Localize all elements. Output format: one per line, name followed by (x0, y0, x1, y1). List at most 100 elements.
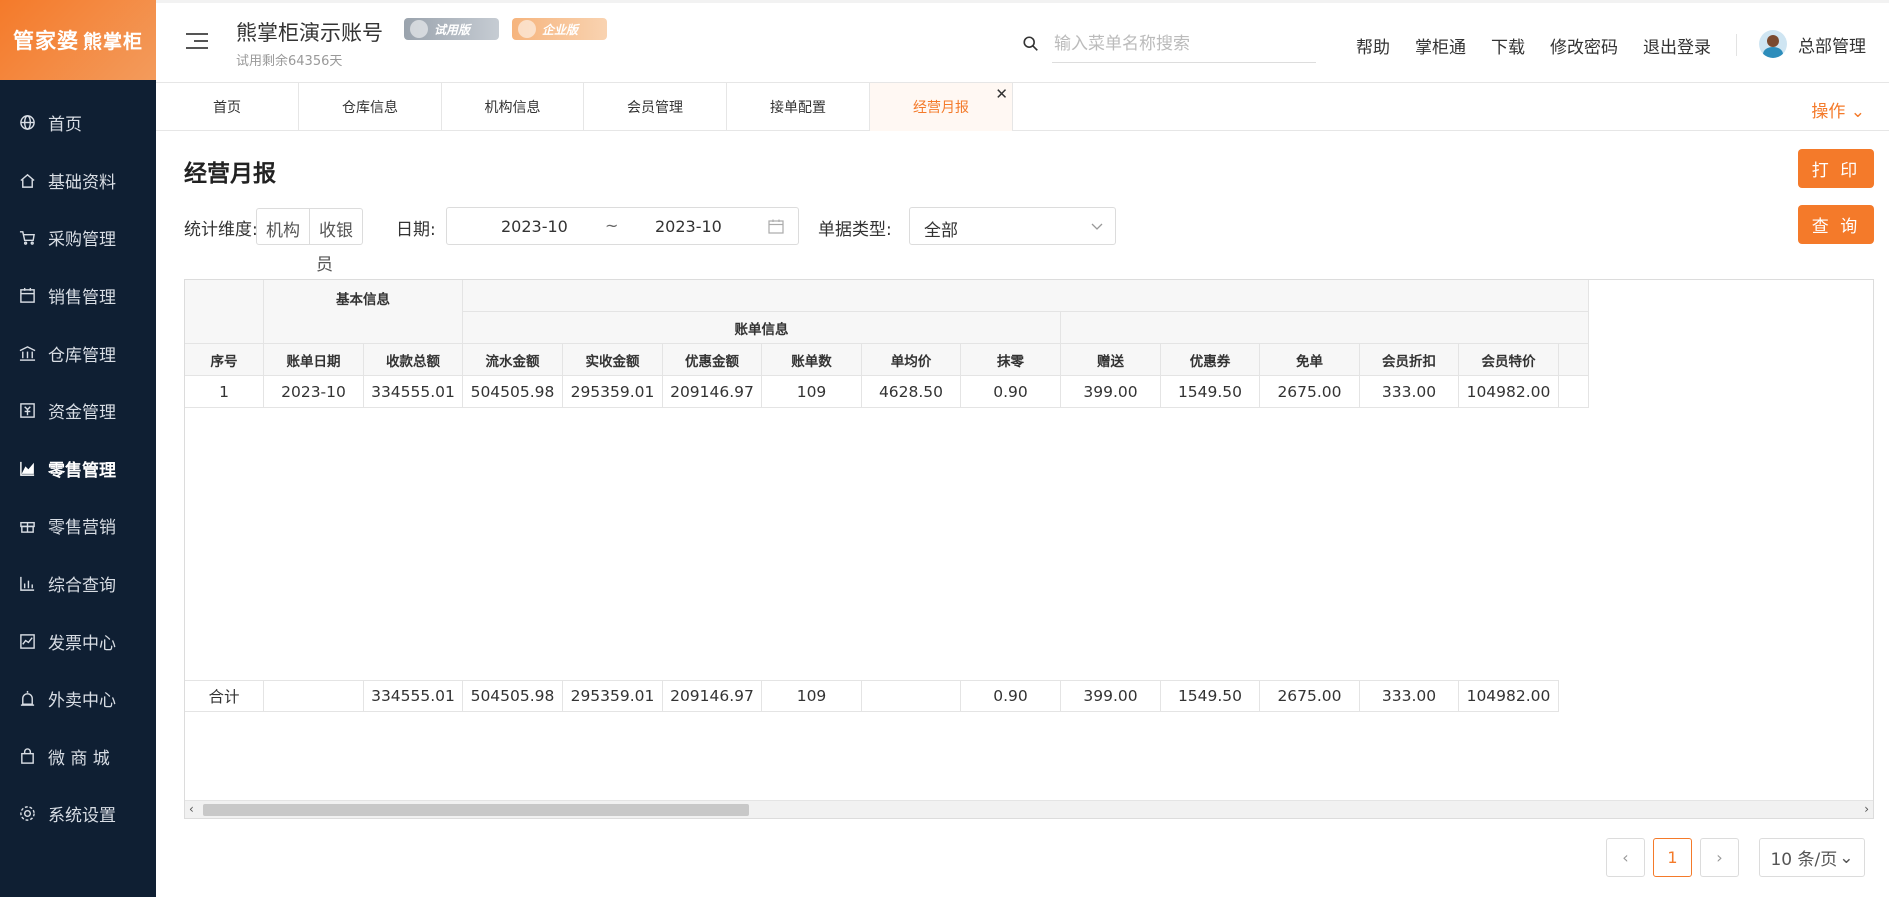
doc-type-label: 单据类型: (818, 220, 892, 240)
change-password-link[interactable]: 修改密码 (1550, 33, 1618, 58)
sidebar-item-9[interactable]: 发票中心 (0, 612, 156, 670)
doc-type-select[interactable]: 全部 (909, 207, 1116, 245)
page-1-button[interactable]: 1 (1653, 838, 1692, 877)
group-bill-info: 账单信息 (463, 312, 1061, 344)
table-cell: 0.90 (961, 376, 1061, 408)
scroll-right-icon[interactable]: › (1864, 802, 1869, 816)
sidebar-item-1[interactable]: 基础资料 (0, 152, 156, 210)
total-cell: 399.00 (1061, 680, 1161, 712)
query-button[interactable]: 查 询 (1798, 205, 1874, 244)
logout-link[interactable]: 退出登录 (1643, 33, 1711, 58)
column-header: 优惠券 (1161, 344, 1260, 376)
sidebar-item-11[interactable]: 微 商 城 (0, 728, 156, 786)
header-divider (1736, 34, 1737, 56)
dimension-option-cashier[interactable]: 收银 (309, 209, 362, 244)
prev-page-button[interactable]: ‹ (1606, 838, 1645, 877)
tab-home[interactable]: 首页 (156, 83, 299, 131)
top-header: 熊掌柜演示账号 试用剩余64356天 试用版 企业版 帮助 掌柜通 下载 修改密… (156, 0, 1889, 83)
money-icon (18, 402, 36, 420)
sidebar-item-0[interactable]: 首页 (0, 94, 156, 152)
sidebar-item-label: 资金管理 (48, 403, 116, 424)
dimension-option-org[interactable]: 机构 (257, 209, 309, 244)
menu-search (1023, 29, 1316, 63)
user-name: 总部管理 (1798, 36, 1866, 57)
tab-monthly-report[interactable]: 经营月报 ✕ (870, 83, 1013, 131)
user-menu[interactable]: 总部管理 (1759, 30, 1866, 58)
group-basic-info: 基本信息 (264, 280, 463, 344)
column-header: 抹零 (961, 344, 1061, 376)
tab-org-info[interactable]: 机构信息 (442, 83, 584, 131)
sidebar-item-label: 微 商 城 (48, 748, 110, 769)
total-cell: 2675.00 (1260, 680, 1360, 712)
download-link[interactable]: 下载 (1491, 33, 1525, 58)
scroll-left-icon[interactable]: ‹ (189, 802, 194, 816)
search-icon[interactable] (1022, 35, 1040, 53)
help-link[interactable]: 帮助 (1356, 33, 1390, 58)
bar-chart-icon (18, 575, 36, 593)
column-header: 会员特价 (1459, 344, 1559, 376)
bank-icon (18, 344, 36, 362)
alarm-icon (18, 690, 36, 708)
monitor-icon (410, 20, 428, 38)
search-input[interactable] (1052, 29, 1316, 59)
sidebar-item-8[interactable]: 综合查询 (0, 555, 156, 613)
horizontal-scrollbar[interactable]: ‹ › (185, 800, 1873, 818)
sidebar-item-label: 外卖中心 (48, 691, 116, 712)
sidebar-item-7[interactable]: 零售营销 (0, 497, 156, 555)
tab-order-config[interactable]: 接单配置 (727, 83, 870, 131)
close-icon[interactable]: ✕ (995, 85, 1008, 103)
date-range-picker[interactable]: 2023-10 ~ 2023-10 (446, 207, 799, 245)
logo[interactable]: 管家婆 熊掌柜 (0, 0, 156, 80)
column-header-overflow (1559, 344, 1589, 376)
trial-badge: 试用版 (404, 18, 499, 40)
sidebar-item-10[interactable]: 外卖中心 (0, 670, 156, 728)
doc-type-value: 全部 (924, 221, 958, 241)
table-cell: 1549.50 (1161, 376, 1260, 408)
print-button[interactable]: 打 印 (1798, 149, 1874, 188)
total-cell: 104982.00 (1459, 680, 1559, 712)
gear-icon (18, 805, 36, 823)
sidebar-item-label: 基础资料 (48, 172, 116, 193)
logo-sub: 熊掌柜 (82, 30, 143, 53)
globe-icon (18, 114, 36, 132)
page-size-select[interactable]: 10 条/页 ⌄ (1759, 838, 1865, 877)
calendar-icon (18, 287, 36, 305)
sidebar-item-2[interactable]: 采购管理 (0, 209, 156, 267)
header-blank (185, 280, 264, 344)
total-cell: 209146.97 (663, 680, 762, 712)
area-chart-icon (18, 459, 36, 477)
column-header: 流水金额 (463, 344, 563, 376)
sidebar-item-label: 发票中心 (48, 633, 116, 654)
menu-toggle-icon[interactable] (186, 33, 208, 51)
table-cell: 209146.97 (663, 376, 762, 408)
column-header: 账单数 (762, 344, 862, 376)
table-cell: 104982.00 (1459, 376, 1559, 408)
column-header: 单均价 (862, 344, 961, 376)
operations-dropdown[interactable]: 操作 ⌄ (1811, 97, 1865, 122)
total-cell: 333.00 (1360, 680, 1459, 712)
date-separator: ~ (605, 216, 619, 235)
total-cell (862, 680, 961, 712)
sidebar-item-4[interactable]: 仓库管理 (0, 324, 156, 382)
date-end[interactable]: 2023-10 (655, 217, 722, 236)
sidebar-item-label: 零售营销 (48, 518, 116, 539)
avatar (1759, 30, 1787, 58)
sidebar-item-12[interactable]: 系统设置 (0, 785, 156, 843)
sidebar-item-3[interactable]: 销售管理 (0, 267, 156, 325)
gift-icon (18, 517, 36, 535)
sidebar: 管家婆 熊掌柜 首页基础资料采购管理 销售管理 仓库管理资金管理零售管理零售营销综合… (0, 0, 156, 897)
tab-member[interactable]: 会员管理 (584, 83, 727, 131)
sidebar-item-6[interactable]: 零售管理 (0, 440, 156, 498)
column-header: 序号 (185, 344, 264, 376)
star-icon (518, 20, 536, 38)
sidebar-item-5[interactable]: 资金管理 (0, 382, 156, 440)
zhangguitong-link[interactable]: 掌柜通 (1415, 33, 1466, 58)
scroll-thumb[interactable] (203, 804, 749, 816)
next-page-button[interactable]: › (1700, 838, 1739, 877)
table-cell: 504505.98 (463, 376, 563, 408)
date-start[interactable]: 2023-10 (501, 217, 568, 236)
sidebar-item-label: 首页 (48, 115, 82, 136)
page-title: 经营月报 (184, 161, 276, 187)
cart-icon (18, 229, 36, 247)
tab-warehouse-info[interactable]: 仓库信息 (299, 83, 442, 131)
